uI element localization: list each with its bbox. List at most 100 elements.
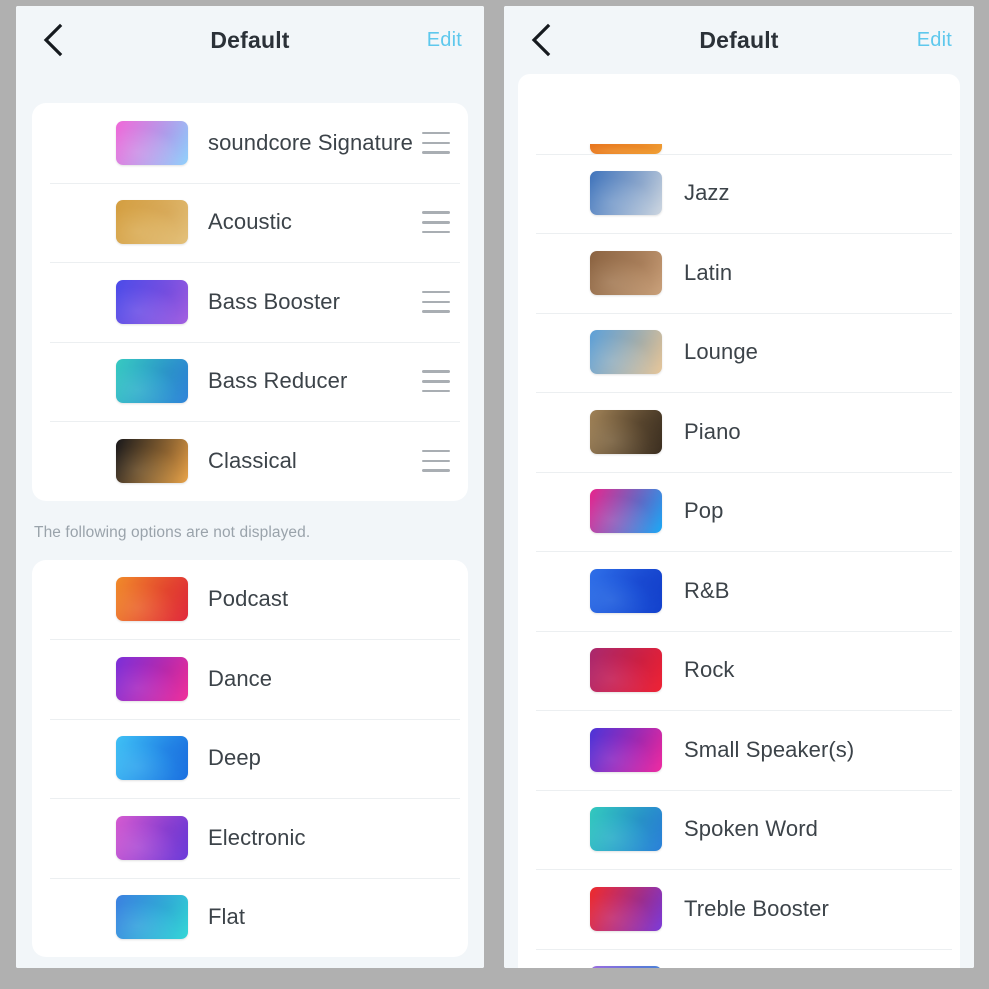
preset-row[interactable]: soundcore Signature: [32, 103, 468, 183]
thumbnail-texture: [590, 143, 662, 154]
preset-row[interactable]: Treble Booster: [518, 869, 960, 949]
preset-row[interactable]: Acoustic: [32, 182, 468, 263]
preset-row[interactable]: Podcast: [32, 560, 468, 640]
preset-label: soundcore Signature: [208, 129, 413, 155]
preset-label: Spoken Word: [684, 816, 818, 842]
preset-thumbnail: [590, 966, 662, 968]
thumbnail-texture: [116, 736, 188, 781]
preset-row[interactable]: Treble Reducer: [518, 948, 960, 968]
screenshot-stage: Default Edit soundcore Signature Acoustic…: [0, 0, 989, 989]
preset-thumbnail: [590, 568, 662, 613]
preset-thumbnail: [116, 895, 188, 940]
preset-row-partial[interactable]: [518, 74, 960, 154]
preset-thumbnail: [116, 438, 188, 483]
chevron-left-icon: [530, 23, 552, 57]
thumbnail-texture: [116, 656, 188, 701]
preset-label: Jazz: [684, 180, 730, 206]
preset-row[interactable]: Dance: [32, 639, 468, 719]
thumbnail-texture: [590, 489, 662, 534]
preset-row[interactable]: Flat: [32, 877, 468, 958]
preset-thumbnail: [590, 409, 662, 454]
left-scroll-area[interactable]: soundcore Signature Acoustic Bass Booster B…: [16, 74, 484, 968]
preset-thumbnail: [116, 736, 188, 781]
drag-handle-icon[interactable]: [422, 131, 450, 154]
thumbnail-texture: [590, 886, 662, 931]
thumbnail-texture: [116, 815, 188, 860]
preset-label: Bass Booster: [208, 288, 341, 314]
preset-label: Dance: [208, 665, 273, 691]
preset-thumbnail: [590, 143, 662, 154]
drag-handle-icon[interactable]: [422, 449, 450, 472]
displayed-presets-card: soundcore Signature Acoustic Bass Booster B…: [32, 103, 468, 501]
preset-label: Lounge: [684, 339, 759, 365]
preset-label: Small Speaker(s): [684, 736, 855, 762]
back-button[interactable]: [38, 23, 68, 57]
preset-row[interactable]: Classical: [32, 421, 468, 501]
preset-label: Podcast: [208, 586, 289, 612]
preset-row[interactable]: Electronic: [32, 798, 468, 878]
drag-handle-icon[interactable]: [422, 211, 450, 234]
edit-button[interactable]: Edit: [917, 29, 952, 52]
preset-thumbnail: [590, 886, 662, 931]
left-phone-panel: Default Edit soundcore Signature Acoustic…: [16, 6, 484, 968]
left-navbar: Default Edit: [16, 6, 484, 74]
spacer-bottom: [16, 957, 484, 968]
preset-thumbnail: [590, 330, 662, 375]
preset-row[interactable]: Rock: [518, 630, 960, 711]
preset-label: Bass Reducer: [208, 368, 348, 394]
preset-thumbnail: [590, 648, 662, 693]
thumbnail-texture: [116, 895, 188, 940]
thumbnail-texture: [116, 359, 188, 404]
preset-row[interactable]: Spoken Word: [518, 789, 960, 870]
preset-row[interactable]: Small Speaker(s): [518, 710, 960, 790]
preset-row[interactable]: R&B: [518, 551, 960, 631]
preset-thumbnail: [590, 807, 662, 852]
preset-label: Deep: [208, 745, 261, 771]
page-title: Default: [210, 26, 290, 53]
preset-thumbnail: [590, 171, 662, 216]
edit-button[interactable]: Edit: [427, 29, 462, 52]
thumbnail-texture: [590, 409, 662, 454]
preset-label: Electronic: [208, 824, 306, 850]
preset-label: Acoustic: [208, 209, 292, 235]
preset-row[interactable]: Pop: [518, 471, 960, 552]
preset-thumbnail: [590, 727, 662, 772]
hidden-section-note: The following options are not displayed.: [34, 523, 311, 541]
hidden-presets-card: Podcast Dance Deep Electronic Flat: [32, 559, 468, 958]
preset-label: Flat: [208, 904, 246, 930]
page-title: Default: [699, 26, 779, 53]
preset-row[interactable]: Lounge: [518, 312, 960, 393]
preset-row[interactable]: Piano: [518, 392, 960, 472]
preset-row[interactable]: Bass Reducer: [32, 341, 468, 422]
preset-row[interactable]: Deep: [32, 718, 468, 799]
thumbnail-texture: [590, 727, 662, 772]
thumbnail-texture: [590, 330, 662, 375]
preset-label: Piano: [684, 418, 741, 444]
thumbnail-texture: [590, 568, 662, 613]
preset-row[interactable]: Latin: [518, 233, 960, 313]
drag-handle-icon[interactable]: [422, 290, 450, 313]
preset-thumbnail: [116, 359, 188, 404]
preset-label: Classical: [208, 447, 297, 473]
right-phone-panel: Default Edit Jazz Latin Lounge Piano Pop R&B R…: [504, 6, 974, 968]
preset-thumbnail: [116, 120, 188, 165]
thumbnail-texture: [116, 200, 188, 245]
preset-thumbnail: [116, 200, 188, 245]
preset-row[interactable]: Jazz: [518, 153, 960, 234]
thumbnail-texture: [590, 250, 662, 295]
right-scroll-area[interactable]: Jazz Latin Lounge Piano Pop R&B Rock Small Spea…: [504, 74, 974, 968]
preset-label: Treble Booster: [684, 895, 829, 921]
preset-thumbnail: [116, 815, 188, 860]
right-navbar: Default Edit: [504, 6, 974, 74]
preset-thumbnail: [116, 656, 188, 701]
thumbnail-texture: [116, 120, 188, 165]
preset-row[interactable]: Bass Booster: [32, 262, 468, 342]
back-button[interactable]: [526, 23, 556, 57]
thumbnail-texture: [590, 171, 662, 216]
thumbnail-texture: [590, 966, 662, 968]
preset-label: Rock: [684, 657, 735, 683]
preset-label: R&B: [684, 577, 730, 603]
preset-label: Latin: [684, 259, 733, 285]
presets-card: Jazz Latin Lounge Piano Pop R&B Rock Small Spea…: [518, 74, 960, 968]
drag-handle-icon[interactable]: [422, 370, 450, 393]
